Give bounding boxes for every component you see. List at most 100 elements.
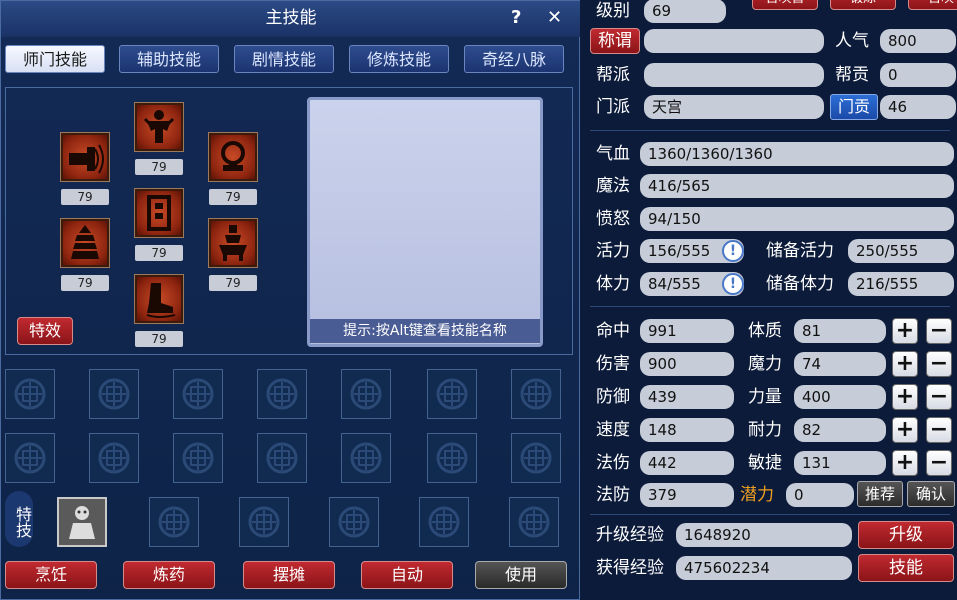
magic-power-value: 74 <box>794 352 886 376</box>
stamina-info-icon[interactable]: ! <box>722 273 744 295</box>
confirm-button[interactable]: 确认 <box>907 481 955 507</box>
empty-skill-slot[interactable] <box>173 433 223 483</box>
recommend-button[interactable]: 推荐 <box>857 481 903 507</box>
special-skill-icon[interactable] <box>57 497 107 547</box>
boot-icon[interactable] <box>135 275 183 323</box>
empty-skill-slot[interactable] <box>341 433 391 483</box>
pagoda-icon[interactable] <box>61 219 109 267</box>
skills-button[interactable]: 技能 <box>858 554 954 582</box>
constitution-plus-button[interactable]: + <box>892 318 918 344</box>
summon-button[interactable]: 召唤 <box>908 0 957 10</box>
train-button[interactable]: 锻炼 <box>830 0 896 10</box>
rage-label: 愤怒 <box>596 209 630 229</box>
empty-skill-slot[interactable] <box>419 497 469 547</box>
skill-level: 79 <box>61 275 109 291</box>
empty-skill-slot[interactable] <box>509 497 559 547</box>
empty-skill-slot[interactable] <box>329 497 379 547</box>
special-skill-label: 特技 <box>5 491 33 547</box>
strength-minus-button[interactable]: − <box>926 384 952 410</box>
knot-emblem-icon <box>182 378 214 410</box>
knot-emblem-icon <box>338 506 370 538</box>
hp-value: 1360/1360/1360 <box>640 142 954 166</box>
mp-value: 416/565 <box>640 174 954 198</box>
cooking-button[interactable]: 烹饪 <box>5 561 97 589</box>
tab-cultivation-skills[interactable]: 修炼技能 <box>349 45 449 73</box>
empty-skill-slot[interactable] <box>89 369 139 419</box>
empty-skill-slot[interactable] <box>5 369 55 419</box>
knot-emblem-icon <box>266 442 298 474</box>
empty-skill-slot[interactable] <box>257 433 307 483</box>
empty-skill-slot[interactable] <box>5 433 55 483</box>
reserve-vitality-label: 储备活力 <box>766 241 834 261</box>
constitution-label: 体质 <box>748 321 782 341</box>
spell-damage-label: 法伤 <box>596 453 630 473</box>
pet-button[interactable]: 召唤兽 <box>752 0 818 10</box>
strength-plus-button[interactable]: + <box>892 384 918 410</box>
empty-skill-slot[interactable] <box>239 497 289 547</box>
gained-exp-value: 475602234 <box>676 556 852 580</box>
magic-power-plus-button[interactable]: + <box>892 351 918 377</box>
endurance-label: 耐力 <box>748 420 782 440</box>
skill-window: 主技能 ? ✕ 师门技能 辅助技能 剧情技能 修炼技能 奇经八脉 79 79 7… <box>0 0 581 600</box>
strength-value: 400 <box>794 385 886 409</box>
damage-label: 伤害 <box>596 354 630 374</box>
knot-emblem-icon <box>350 442 382 474</box>
spell-defense-value: 379 <box>640 483 734 507</box>
empty-skill-slot[interactable] <box>427 433 477 483</box>
empty-skill-slot[interactable] <box>173 369 223 419</box>
strength-label: 力量 <box>748 387 782 407</box>
empty-skill-slot[interactable] <box>341 369 391 419</box>
effects-button[interactable]: 特效 <box>17 317 73 345</box>
attribute-panel <box>580 0 957 600</box>
spell-damage-value: 442 <box>640 451 734 475</box>
close-icon[interactable]: ✕ <box>547 1 562 35</box>
upgrade-button[interactable]: 升级 <box>858 521 954 549</box>
reserve-stamina-label: 储备体力 <box>766 274 834 294</box>
stall-button[interactable]: 摆摊 <box>243 561 335 589</box>
tab-school-skills[interactable]: 师门技能 <box>5 45 105 73</box>
magic-power-label: 魔力 <box>748 354 782 374</box>
tab-story-skills[interactable]: 剧情技能 <box>234 45 334 73</box>
empty-skill-slot[interactable] <box>257 369 307 419</box>
constitution-minus-button[interactable]: − <box>926 318 952 344</box>
school-contribution-button[interactable]: 门贡 <box>830 94 878 120</box>
popularity-value: 800 <box>880 29 956 53</box>
school-value: 天宫 <box>644 95 824 119</box>
tab-assist-skills[interactable]: 辅助技能 <box>119 45 219 73</box>
warrior-statue-icon[interactable] <box>135 103 183 151</box>
scroll-icon[interactable] <box>135 189 183 237</box>
empty-skill-slot[interactable] <box>511 369 561 419</box>
skill-level: 79 <box>135 245 183 261</box>
skill-level: 79 <box>61 189 109 205</box>
empty-skill-slot[interactable] <box>511 433 561 483</box>
knot-emblem-icon <box>14 378 46 410</box>
knot-emblem-icon <box>350 378 382 410</box>
agility-plus-button[interactable]: + <box>892 450 918 476</box>
empty-skill-slot[interactable] <box>89 433 139 483</box>
agility-label: 敏捷 <box>748 453 782 473</box>
gang-contribution-value: 0 <box>880 63 956 87</box>
tab-meridians[interactable]: 奇经八脉 <box>464 45 564 73</box>
help-icon[interactable]: ? <box>511 1 521 35</box>
use-button[interactable]: 使用 <box>475 561 567 589</box>
auto-button[interactable]: 自动 <box>361 561 453 589</box>
vitality-info-icon[interactable]: ! <box>722 240 744 262</box>
endurance-plus-button[interactable]: + <box>892 417 918 443</box>
censer-icon[interactable] <box>209 219 257 267</box>
skill-description-box <box>307 97 543 347</box>
empty-skill-slot[interactable] <box>149 497 199 547</box>
knot-emblem-icon <box>248 506 280 538</box>
alchemy-button[interactable]: 炼药 <box>123 561 215 589</box>
magic-power-minus-button[interactable]: − <box>926 351 952 377</box>
bell-icon[interactable] <box>209 133 257 181</box>
empty-skill-slot[interactable] <box>427 369 477 419</box>
upgrade-exp-value: 1648920 <box>676 523 852 547</box>
title-button[interactable]: 称谓 <box>590 28 640 54</box>
level-label: 级别 <box>596 1 630 21</box>
agility-minus-button[interactable]: − <box>926 450 952 476</box>
cannon-icon[interactable] <box>61 133 109 181</box>
skill-level: 79 <box>209 275 257 291</box>
spell-defense-label: 法防 <box>596 485 630 505</box>
endurance-minus-button[interactable]: − <box>926 417 952 443</box>
title-value <box>644 29 824 53</box>
